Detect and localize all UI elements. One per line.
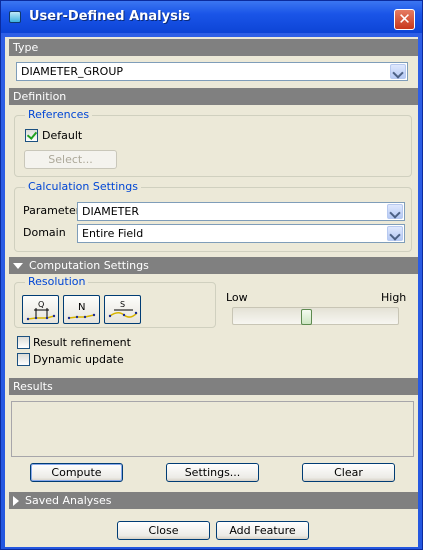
result-refinement-checkbox[interactable] [17, 336, 30, 349]
parameter-dropdown[interactable]: DIAMETER [77, 202, 405, 221]
slider-high-label: High [381, 291, 407, 304]
results-panel [11, 401, 414, 457]
definition-section-label: Definition [13, 90, 67, 103]
domain-dropdown[interactable]: Entire Field [77, 224, 405, 243]
collapse-triangle-icon [13, 263, 23, 269]
number-sampling-icon: N [67, 302, 96, 320]
type-section-header: Type [9, 39, 418, 56]
parameter-label: Parameter [23, 204, 81, 217]
default-checkbox[interactable] [25, 129, 38, 142]
app-icon [9, 11, 21, 23]
quality-sampling-icon: Q [26, 300, 56, 321]
resolution-legend: Resolution [25, 275, 89, 288]
clear-button[interactable]: Clear [302, 463, 395, 482]
computation-settings-label: Computation Settings [29, 259, 149, 272]
dynamic-update-label: Dynamic update [33, 353, 124, 366]
add-feature-button[interactable]: Add Feature [216, 521, 309, 540]
calculation-settings-legend: Calculation Settings [25, 180, 141, 193]
results-section-header: Results [9, 378, 418, 395]
domain-label: Domain [23, 226, 66, 239]
type-section-label: Type [13, 41, 39, 54]
results-section-label: Results [13, 380, 53, 393]
type-dropdown[interactable]: DIAMETER_GROUP [16, 62, 408, 81]
step-sampling-icon: S [108, 300, 138, 318]
dynamic-update-checkbox[interactable] [17, 353, 30, 366]
references-group: References Default Select... [14, 108, 412, 177]
domain-value: Entire Field [82, 227, 144, 240]
slider-thumb[interactable] [301, 309, 312, 325]
step-s-letter: S [120, 300, 125, 309]
resolution-slider[interactable] [232, 307, 399, 325]
references-legend: References [25, 108, 93, 121]
select-button[interactable]: Select... [24, 150, 117, 169]
expand-triangle-icon [13, 496, 19, 506]
title-bar[interactable]: User-Defined Analysis ✕ [1, 1, 422, 33]
slider-low-label: Low [226, 291, 248, 304]
settings-button[interactable]: Settings... [166, 463, 259, 482]
number-sampling-button[interactable]: N [63, 295, 100, 324]
dialog-body: Type DIAMETER_GROUP Definition Reference… [5, 37, 418, 547]
chevron-down-icon[interactable] [387, 204, 403, 219]
computation-settings-header[interactable]: Computation Settings [9, 257, 418, 274]
definition-section-header: Definition [9, 88, 418, 105]
default-label: Default [42, 129, 83, 142]
dialog-window: User-Defined Analysis ✕ Type DIAMETER_GR… [0, 0, 423, 550]
saved-analyses-label: Saved Analyses [25, 494, 112, 507]
saved-analyses-header[interactable]: Saved Analyses [9, 492, 418, 509]
close-window-button[interactable]: ✕ [394, 9, 415, 30]
parameter-value: DIAMETER [82, 205, 139, 218]
window-title: User-Defined Analysis [29, 9, 191, 24]
close-button[interactable]: Close [117, 521, 210, 540]
chevron-down-icon[interactable] [390, 64, 406, 79]
type-value: DIAMETER_GROUP [21, 65, 124, 78]
compute-button[interactable]: Compute [30, 463, 123, 482]
calculation-settings-group: Calculation Settings Parameter DIAMETER … [14, 180, 412, 252]
step-sampling-button[interactable]: S [104, 295, 141, 324]
quality-q-letter: Q [38, 300, 44, 309]
chevron-down-icon[interactable] [387, 226, 403, 241]
result-refinement-label: Result refinement [33, 336, 131, 349]
quality-sampling-button[interactable]: Q [22, 295, 59, 324]
number-n-letter: N [78, 302, 85, 313]
